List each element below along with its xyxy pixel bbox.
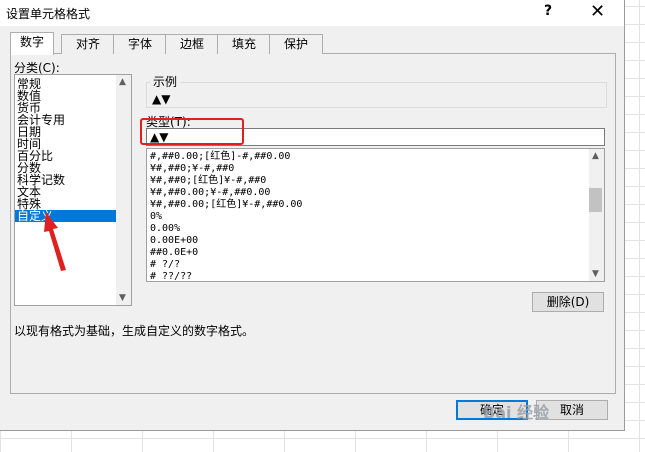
format-item[interactable]: ##0.0E+0 (150, 247, 198, 259)
description-text: 以现有格式为基础，生成自定义的数字格式。 (14, 324, 255, 338)
title-bar: 设置单元格格式 ? ✕ (0, 0, 624, 26)
format-item[interactable]: # ??/?? (150, 271, 192, 281)
delete-button[interactable]: 删除(D) (532, 292, 604, 312)
tab-protection[interactable]: 保护 (269, 34, 323, 54)
close-button[interactable]: ✕ (590, 1, 605, 22)
sample-group (146, 82, 607, 108)
format-item[interactable]: 0% (150, 211, 162, 223)
format-item[interactable]: # ?/? (150, 259, 180, 271)
tab-alignment[interactable]: 对齐 (61, 34, 115, 54)
format-scrollbar[interactable]: ▲ ▼ (589, 149, 604, 281)
tab-font[interactable]: 字体 (113, 34, 167, 54)
format-item[interactable]: ¥#,##0;¥-#,##0 (150, 163, 234, 175)
red-arrow-annotation (44, 212, 66, 271)
help-button[interactable]: ? (544, 3, 552, 19)
category-list[interactable]: 常规 数值 货币 会计专用 日期 时间 百分比 分数 科学记数 文本 特殊 自定… (14, 74, 132, 306)
sample-value: ▲▼ (152, 92, 171, 106)
sample-title: 示例 (150, 73, 181, 90)
format-item[interactable]: 0.00E+00 (150, 235, 198, 247)
dialog-title: 设置单元格格式 (6, 7, 91, 21)
format-item[interactable]: ¥#,##0.00;[红色]¥-#,##0.00 (150, 199, 302, 211)
tab-fill[interactable]: 填充 (217, 34, 271, 54)
scroll-down-icon[interactable]: ▼ (119, 293, 126, 303)
format-item[interactable]: #,##0.00;[红色]-#,##0.00 (150, 151, 290, 163)
format-item[interactable]: ¥#,##0;[红色]¥-#,##0 (150, 175, 266, 187)
tab-number[interactable]: 数字 (10, 32, 54, 55)
watermark: Bai 经验 (483, 403, 550, 422)
category-scrollbar[interactable]: ▲ ▼ (116, 75, 131, 305)
scroll-up-icon[interactable]: ▲ (119, 77, 126, 87)
format-item[interactable]: ¥#,##0.00;¥-#,##0.00 (150, 187, 270, 199)
format-scroll-thumb[interactable] (589, 188, 602, 212)
scroll-up-icon[interactable]: ▲ (592, 151, 599, 161)
tab-border[interactable]: 边框 (165, 34, 219, 54)
scroll-down-icon[interactable]: ▼ (592, 269, 599, 279)
highlight-box-annotation (140, 118, 244, 145)
format-item[interactable]: 0.00% (150, 223, 180, 235)
format-list[interactable]: #,##0.00;[红色]-#,##0.00 ¥#,##0;¥-#,##0 ¥#… (146, 148, 605, 282)
